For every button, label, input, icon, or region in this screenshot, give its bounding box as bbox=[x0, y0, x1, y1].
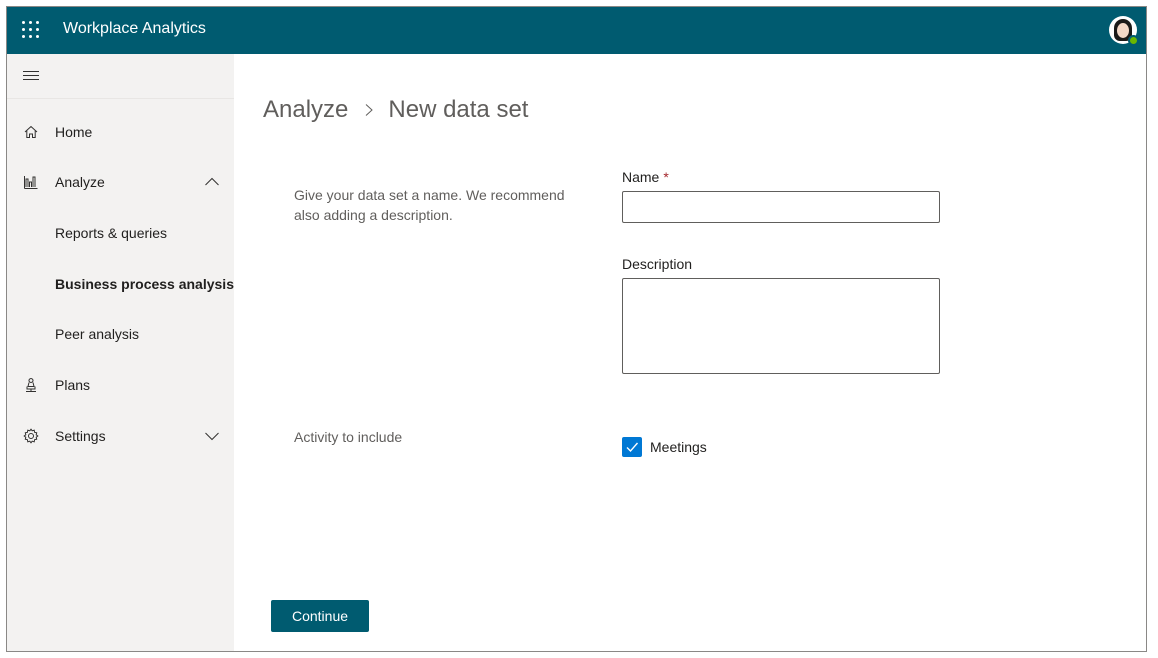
sidebar-item-analyze[interactable]: Analyze bbox=[7, 162, 234, 202]
activity-section-label: Activity to include bbox=[294, 429, 403, 445]
meetings-checkbox[interactable] bbox=[622, 437, 642, 457]
sidebar-subitem-peer-analysis[interactable]: Peer analysis bbox=[7, 314, 234, 354]
sidebar-subitem-label: Reports & queries bbox=[55, 225, 168, 241]
sidebar-item-home[interactable]: Home bbox=[7, 112, 234, 152]
plans-icon bbox=[26, 378, 36, 392]
name-label-text: Name bbox=[622, 169, 660, 185]
sidebar-subitem-label: Peer analysis bbox=[55, 326, 140, 342]
page-title: New data set bbox=[388, 96, 529, 123]
sidebar-divider bbox=[7, 98, 234, 99]
chevron-up-icon[interactable] bbox=[204, 174, 220, 190]
sidebar-item-label: Analyze bbox=[55, 174, 105, 190]
main-content: Analyze New data set Give your data set … bbox=[234, 54, 1146, 651]
sidebar-subitem-label: Business process analysis bbox=[55, 276, 234, 292]
sidebar-item-plans[interactable]: Plans bbox=[7, 365, 234, 405]
sidebar-item-label: Home bbox=[55, 124, 93, 140]
breadcrumb-parent[interactable]: Analyze bbox=[263, 96, 348, 124]
app-title: Workplace Analytics bbox=[63, 20, 206, 37]
required-marker: * bbox=[663, 169, 669, 185]
sidebar-item-settings[interactable]: Settings bbox=[7, 416, 234, 456]
hamburger-menu-icon[interactable] bbox=[23, 71, 39, 81]
breadcrumb: Analyze New data set bbox=[263, 96, 528, 124]
app-window: Workplace Analytics Home Analyze Reports… bbox=[6, 6, 1147, 652]
sidebar-item-label: Settings bbox=[55, 428, 106, 444]
sidebar-subitem-reports-queries[interactable]: Reports & queries bbox=[7, 213, 234, 253]
user-avatar-icon[interactable] bbox=[1109, 16, 1139, 46]
checkmark-icon bbox=[626, 442, 639, 453]
app-launcher-icon[interactable] bbox=[22, 21, 40, 39]
presence-indicator bbox=[1128, 35, 1139, 46]
name-field-label: Name * bbox=[622, 169, 669, 185]
sidebar-item-label: Plans bbox=[55, 377, 91, 393]
chevron-down-icon[interactable] bbox=[204, 428, 220, 444]
form-intro-text: Give your data set a name. We recommend … bbox=[294, 187, 565, 223]
sidebar: Home Analyze Reports & queries Business … bbox=[7, 54, 234, 651]
description-field[interactable] bbox=[622, 278, 940, 374]
home-icon bbox=[24, 125, 38, 138]
meetings-checkbox-label[interactable]: Meetings bbox=[650, 439, 707, 455]
bar-chart-icon bbox=[24, 176, 38, 189]
chevron-right-icon bbox=[366, 104, 374, 116]
gear-icon bbox=[23, 428, 39, 444]
name-field[interactable] bbox=[622, 191, 940, 223]
top-bar: Workplace Analytics bbox=[7, 7, 1146, 54]
description-field-label: Description bbox=[622, 256, 693, 272]
sidebar-subitem-business-process-analysis[interactable]: Business process analysis bbox=[7, 264, 234, 304]
continue-button[interactable]: Continue bbox=[271, 600, 369, 632]
